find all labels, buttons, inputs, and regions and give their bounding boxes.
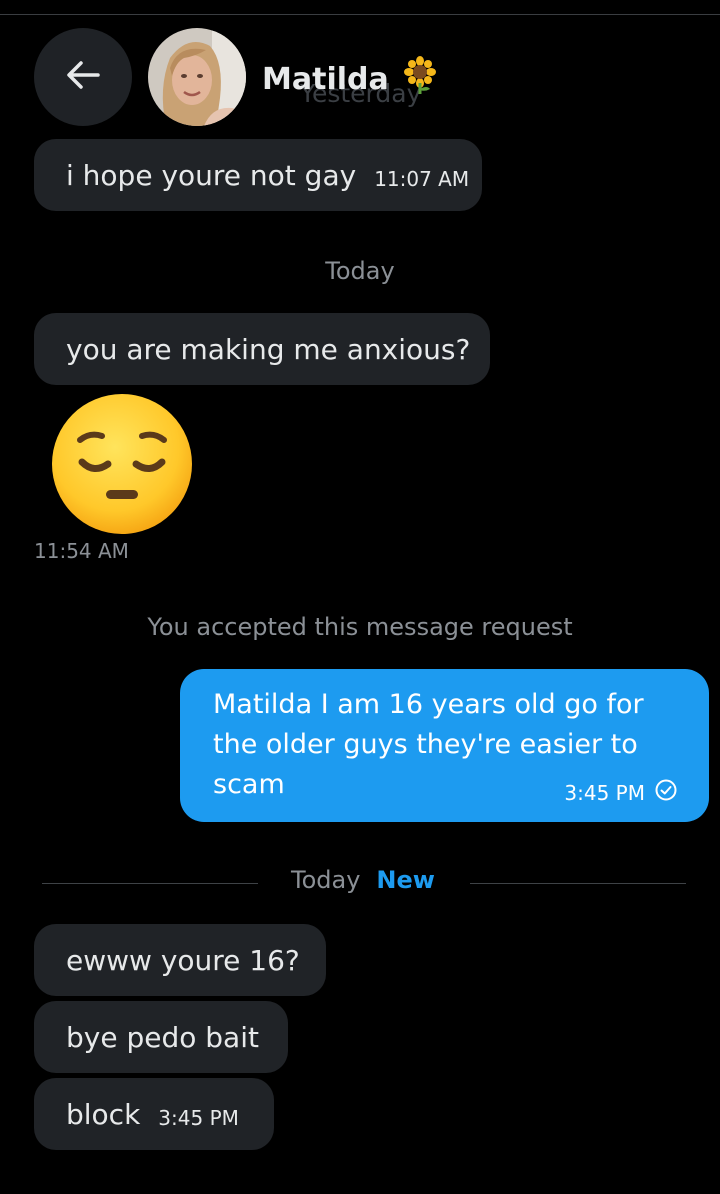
message-text: ewww youre 16? [66,943,300,977]
window-top-edge [0,0,720,15]
message-bubble-incoming[interactable]: bye pedo bait [34,1001,288,1073]
check-circle-icon [655,779,677,806]
sunflower-icon [403,56,437,102]
message-timestamp: 3:45 PM [564,780,645,805]
system-note: You accepted this message request [147,613,573,641]
message-bubble-incoming[interactable]: ewww youre 16? [34,924,326,996]
back-button[interactable] [34,28,132,126]
message-text: i hope youre not gay [66,158,357,192]
message-text: bye pedo bait [66,1020,259,1054]
message-timestamp: 3:45 PM [158,1106,239,1130]
new-messages-divider: Today New [42,866,686,900]
message-bubble-outgoing[interactable]: Matilda I am 16 years old go for the old… [180,669,709,822]
message-meta: 3:45 PM [564,779,677,806]
divider-label: Today New [291,866,435,894]
message-text: you are making me anxious? [66,332,471,366]
message-timestamp: 11:54 AM [34,539,129,563]
arrow-left-icon [66,60,100,94]
date-separator-today: Today [325,257,395,285]
message-text: block [66,1097,141,1131]
divider-day: Today [291,866,361,894]
message-bubble-incoming[interactable]: i hope youre not gay 11:07 AM [34,139,482,211]
message-timestamp: 11:07 AM [374,167,470,191]
divider-line-left [42,883,258,884]
new-badge: New [376,866,435,894]
divider-line-right [470,883,686,884]
message-bubble-incoming[interactable]: you are making me anxious? [34,313,490,385]
pensive-face-emoji[interactable] [50,392,194,540]
message-bubble-incoming[interactable]: block 3:45 PM [34,1078,274,1150]
contact-name: Matilda [262,61,389,97]
avatar[interactable] [148,28,246,126]
contact-header[interactable]: Matilda [262,56,437,102]
